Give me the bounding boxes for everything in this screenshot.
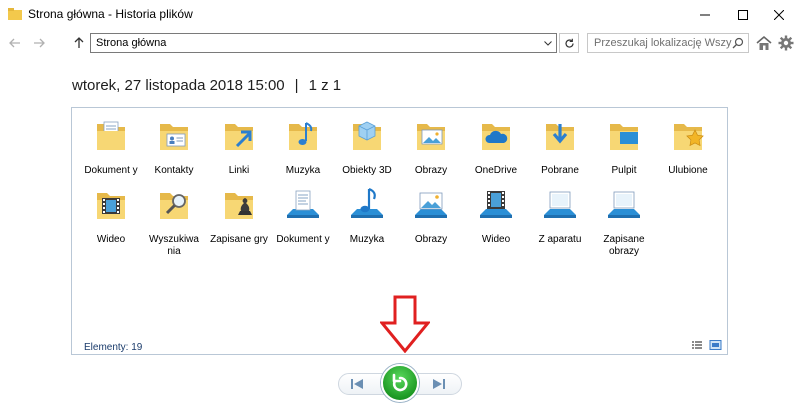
file-item-label: OneDrive	[474, 165, 518, 176]
forward-button[interactable]	[30, 34, 48, 52]
file-item[interactable]: Pobrane	[530, 116, 590, 177]
file-item-label: Wyszukiwa nia	[149, 234, 199, 257]
snapshot-page: 1 z 1	[308, 77, 342, 94]
file-item[interactable]: Obrazy	[401, 185, 461, 246]
file-item[interactable]: Wideo	[466, 185, 526, 246]
pictures-library-icon	[415, 192, 447, 218]
window-title: Strona główna - Historia plików	[28, 7, 193, 21]
minimize-icon	[700, 14, 710, 16]
file-item-label: Ulubione	[668, 165, 708, 176]
refresh-icon	[564, 38, 574, 48]
file-item[interactable]: Dokument y	[81, 116, 141, 177]
close-button[interactable]	[756, 0, 800, 30]
chevron-down-icon	[544, 40, 552, 46]
large-icons-view-icon	[709, 340, 722, 350]
file-item[interactable]: Linki	[209, 116, 269, 177]
file-item[interactable]: Zapisane gry	[209, 185, 269, 246]
file-item-label: Wideo	[96, 234, 126, 245]
file-item-label: Obrazy	[414, 234, 448, 245]
file-item-label: Muzyka	[349, 234, 385, 245]
maximize-icon	[738, 10, 748, 20]
file-item[interactable]: Zapisane obrazy	[594, 185, 654, 258]
file-item-label: Zapisane obrazy	[603, 234, 645, 257]
file-item[interactable]: Z aparatu	[530, 185, 590, 246]
searches-folder-icon	[160, 193, 188, 219]
file-history-app-icon	[8, 8, 22, 20]
title-bar: Strona główna - Historia plików	[0, 0, 800, 30]
camera-roll-library-icon	[544, 191, 576, 218]
arrow-left-icon	[9, 38, 20, 48]
file-item[interactable]: Dokument y	[273, 185, 333, 246]
close-icon	[774, 10, 784, 20]
heading-separator: |	[294, 77, 299, 94]
music-library-icon	[351, 187, 383, 218]
file-item-label: Pulpit	[611, 165, 637, 176]
navigation-bar: Strona główna Przeszukaj lokalizację Wsz…	[0, 30, 800, 56]
file-item-label: Muzyka	[285, 165, 321, 176]
file-item-label: Wideo	[481, 234, 511, 245]
objects-3d-folder-icon	[353, 121, 381, 150]
file-item[interactable]: Kontakty	[144, 116, 204, 177]
documents-library-icon	[287, 190, 319, 218]
file-item[interactable]: Ulubione	[658, 116, 718, 177]
file-item[interactable]: OneDrive	[466, 116, 526, 177]
file-item[interactable]: Muzyka	[273, 116, 333, 177]
file-item-label: Kontakty	[154, 165, 194, 176]
view-mode-buttons[interactable]	[692, 340, 722, 350]
address-text: Strona główna	[96, 37, 167, 49]
file-item[interactable]: Wyszukiwa nia	[144, 185, 204, 258]
videos-folder-icon	[97, 193, 125, 219]
playback-controls	[338, 364, 462, 402]
snapshot-heading: wtorek, 27 listopada 2018 15:00 | 1 z 1	[72, 77, 341, 94]
up-button[interactable]	[70, 34, 88, 52]
file-item[interactable]: Muzyka	[337, 185, 397, 246]
file-item[interactable]: Pulpit	[594, 116, 654, 177]
links-folder-icon	[225, 124, 253, 150]
arrow-up-icon	[74, 37, 84, 48]
file-item-label: Dokument y	[84, 165, 138, 176]
item-count: Elementy: 19	[84, 342, 143, 353]
skip-previous-icon	[351, 379, 363, 389]
red-down-arrow-annotation	[380, 295, 430, 353]
details-view-icon	[692, 341, 702, 349]
file-item-label: Obrazy	[414, 165, 448, 176]
search-placeholder: Przeszukaj lokalizację Wszystkie	[594, 37, 732, 49]
file-item-label: Pobrane	[541, 165, 579, 176]
file-item-label: Z aparatu	[538, 234, 582, 245]
saved-pictures-library-icon	[608, 191, 640, 218]
desktop-folder-icon	[610, 124, 638, 150]
previous-version-button[interactable]	[350, 378, 364, 390]
file-item-label: Dokument y	[276, 234, 330, 245]
search-box[interactable]: Przeszukaj lokalizację Wszystkie	[587, 33, 749, 53]
file-item-label: Obiekty 3D	[342, 165, 392, 176]
contacts-folder-icon	[160, 124, 188, 150]
refresh-button[interactable]	[559, 33, 579, 53]
file-item[interactable]: Obrazy	[401, 116, 461, 177]
music-folder-icon	[289, 122, 317, 150]
pictures-folder-icon	[417, 124, 445, 150]
back-button[interactable]	[6, 34, 24, 52]
restore-button[interactable]	[381, 364, 419, 402]
saved-games-folder-icon	[225, 193, 253, 219]
videos-library-icon	[480, 191, 512, 218]
snapshot-date: wtorek, 27 listopada 2018 15:00	[72, 77, 285, 94]
home-icon[interactable]	[756, 35, 772, 51]
address-dropdown-button[interactable]	[540, 34, 556, 52]
search-icon	[732, 37, 744, 49]
file-item[interactable]: Wideo	[81, 185, 141, 246]
gear-icon[interactable]	[778, 35, 794, 51]
skip-next-icon	[433, 379, 445, 389]
documents-folder-icon	[97, 121, 125, 150]
favorites-folder-icon	[674, 124, 704, 150]
file-item-label: Zapisane gry	[210, 234, 268, 245]
address-bar[interactable]: Strona główna	[90, 33, 557, 53]
onedrive-folder-icon	[482, 124, 510, 150]
file-item[interactable]: Obiekty 3D	[337, 116, 397, 177]
downloads-folder-icon	[546, 124, 574, 150]
restore-icon	[392, 373, 408, 392]
arrow-right-icon	[34, 38, 45, 48]
file-item-label: Linki	[228, 165, 250, 176]
next-version-button[interactable]	[432, 378, 446, 390]
